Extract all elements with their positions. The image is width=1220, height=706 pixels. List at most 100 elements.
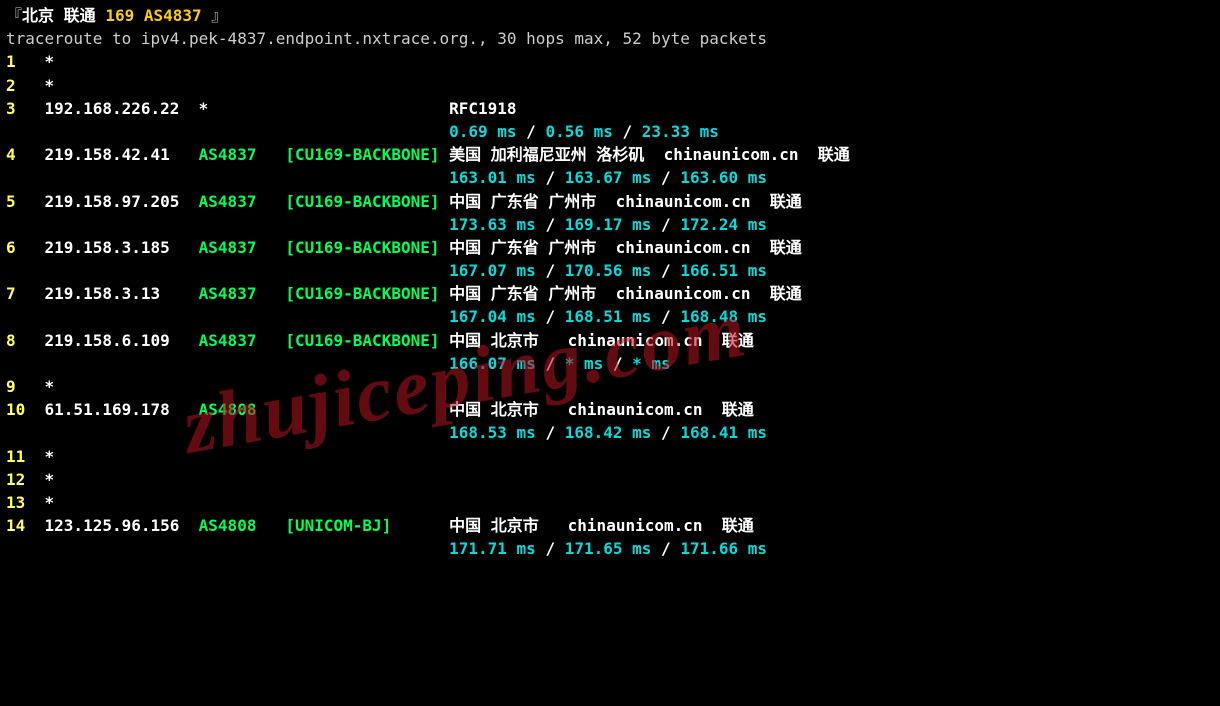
hop-ip: 219.158.3.185 [45, 238, 199, 257]
rtt-3: 166.51 ms [680, 261, 767, 280]
hop-ip: * [45, 470, 199, 489]
hop-asn: AS4837 [199, 238, 286, 257]
bracket-close: 』 [202, 6, 228, 25]
rtt-1: 163.01 ms [449, 168, 536, 187]
hop-netname [285, 400, 449, 419]
rtt-3: 168.48 ms [680, 307, 767, 326]
hop-row: 7 219.158.3.13 AS4837 [CU169-BACKBONE] 中… [6, 282, 1214, 305]
header-city: 北京 [22, 6, 54, 25]
hop-ip: 219.158.3.13 [45, 284, 199, 303]
hop-row: 5 219.158.97.205 AS4837 [CU169-BACKBONE]… [6, 190, 1214, 213]
hop-row: 1 * [6, 50, 1214, 73]
hop-netname: [CU169-BACKBONE] [285, 331, 449, 350]
hop-rtt-row: 0.69 ms / 0.56 ms / 23.33 ms [6, 120, 1214, 143]
hop-row: 8 219.158.6.109 AS4837 [CU169-BACKBONE] … [6, 329, 1214, 352]
header-asn-label: AS4837 [144, 6, 202, 25]
rtt-3: 168.41 ms [680, 423, 767, 442]
hop-number: 6 [6, 238, 45, 257]
rtt-2: 168.51 ms [565, 307, 652, 326]
rtt-3: 163.60 ms [680, 168, 767, 187]
rtt-3: 172.24 ms [680, 215, 767, 234]
hop-asn: AS4808 [199, 516, 286, 535]
hop-number: 12 [6, 470, 45, 489]
hop-location: 中国 北京市 chinaunicom.cn 联通 [449, 400, 754, 419]
hop-ip: 123.125.96.156 [45, 516, 199, 535]
hop-netname: [CU169-BACKBONE] [285, 284, 449, 303]
hop-netname: [CU169-BACKBONE] [285, 145, 449, 164]
hop-rtt-row: 167.04 ms / 168.51 ms / 168.48 ms [6, 305, 1214, 328]
header-asn-num: 169 [105, 6, 134, 25]
hop-rtt-row: 166.07 ms / * ms / * ms [6, 352, 1214, 375]
hop-ip: 192.168.226.22 [45, 99, 199, 118]
rtt-2: * ms [565, 354, 604, 373]
rtt-3: 23.33 ms [642, 122, 719, 141]
hop-ip: * [45, 447, 199, 466]
hop-netname: [UNICOM-BJ] [285, 516, 449, 535]
hop-ip: * [45, 377, 199, 396]
hop-row: 13 * [6, 491, 1214, 514]
rtt-3: 171.66 ms [680, 539, 767, 558]
hop-location: 美国 加利福尼亚州 洛杉矶 chinaunicom.cn 联通 [449, 145, 850, 164]
hop-location: 中国 北京市 chinaunicom.cn 联通 [449, 331, 754, 350]
hop-row: 2 * [6, 74, 1214, 97]
hop-rtt-row: 163.01 ms / 163.67 ms / 163.60 ms [6, 166, 1214, 189]
rtt-2: 170.56 ms [565, 261, 652, 280]
hop-row: 6 219.158.3.185 AS4837 [CU169-BACKBONE] … [6, 236, 1214, 259]
hop-number: 1 [6, 52, 45, 71]
hop-number: 13 [6, 493, 45, 512]
hop-number: 4 [6, 145, 45, 164]
hop-row: 12 * [6, 468, 1214, 491]
hop-location: 中国 广东省 广州市 chinaunicom.cn 联通 [449, 238, 802, 257]
hop-row: 11 * [6, 445, 1214, 468]
hop-ip: 61.51.169.178 [45, 400, 199, 419]
hop-number: 10 [6, 400, 45, 419]
hop-rtt-row: 167.07 ms / 170.56 ms / 166.51 ms [6, 259, 1214, 282]
hop-number: 7 [6, 284, 45, 303]
rtt-1: 167.04 ms [449, 307, 536, 326]
bracket-open: 『 [6, 6, 22, 25]
hop-row: 4 219.158.42.41 AS4837 [CU169-BACKBONE] … [6, 143, 1214, 166]
hop-number: 9 [6, 377, 45, 396]
hop-location: RFC1918 [449, 99, 516, 118]
rtt-2: 0.56 ms [545, 122, 612, 141]
header-isp: 联通 [64, 6, 96, 25]
rtt-2: 163.67 ms [565, 168, 652, 187]
traceroute-cmd: traceroute to ipv4.pek-4837.endpoint.nxt… [6, 27, 1214, 50]
rtt-2: 171.65 ms [565, 539, 652, 558]
hop-ip: 219.158.97.205 [45, 192, 199, 211]
rtt-1: 167.07 ms [449, 261, 536, 280]
terminal-output: 『北京 联通 169 AS4837 』traceroute to ipv4.pe… [6, 4, 1214, 561]
header-line: 『北京 联通 169 AS4837 』 [6, 4, 1214, 27]
rtt-1: 171.71 ms [449, 539, 536, 558]
hop-asn: AS4837 [199, 284, 286, 303]
hop-rtt-row: 171.71 ms / 171.65 ms / 171.66 ms [6, 537, 1214, 560]
hop-number: 2 [6, 76, 45, 95]
rtt-1: 168.53 ms [449, 423, 536, 442]
hop-asn: AS4808 [199, 400, 286, 419]
hop-rtt-row: 173.63 ms / 169.17 ms / 172.24 ms [6, 213, 1214, 236]
hop-netname [285, 99, 449, 118]
hop-ip: * [45, 493, 199, 512]
hop-ip: 219.158.6.109 [45, 331, 199, 350]
hop-rtt-row: 168.53 ms / 168.42 ms / 168.41 ms [6, 421, 1214, 444]
hop-location: 中国 广东省 广州市 chinaunicom.cn 联通 [449, 192, 802, 211]
hop-asn: AS4837 [199, 331, 286, 350]
hop-location: 中国 北京市 chinaunicom.cn 联通 [449, 516, 754, 535]
hop-ip: 219.158.42.41 [45, 145, 199, 164]
hop-asn: AS4837 [199, 192, 286, 211]
rtt-2: 168.42 ms [565, 423, 652, 442]
hop-number: 3 [6, 99, 45, 118]
hop-ip: * [45, 52, 199, 71]
hop-number: 5 [6, 192, 45, 211]
hop-netname: [CU169-BACKBONE] [285, 238, 449, 257]
hop-row: 9 * [6, 375, 1214, 398]
hop-row: 10 61.51.169.178 AS4808 中国 北京市 chinaunic… [6, 398, 1214, 421]
hop-row: 14 123.125.96.156 AS4808 [UNICOM-BJ] 中国 … [6, 514, 1214, 537]
hop-location: 中国 广东省 广州市 chinaunicom.cn 联通 [449, 284, 802, 303]
rtt-2: 169.17 ms [565, 215, 652, 234]
hop-number: 11 [6, 447, 45, 466]
hop-asn: AS4837 [199, 145, 286, 164]
hop-row: 3 192.168.226.22 * RFC1918 [6, 97, 1214, 120]
rtt-1: 166.07 ms [449, 354, 536, 373]
hop-number: 14 [6, 516, 45, 535]
